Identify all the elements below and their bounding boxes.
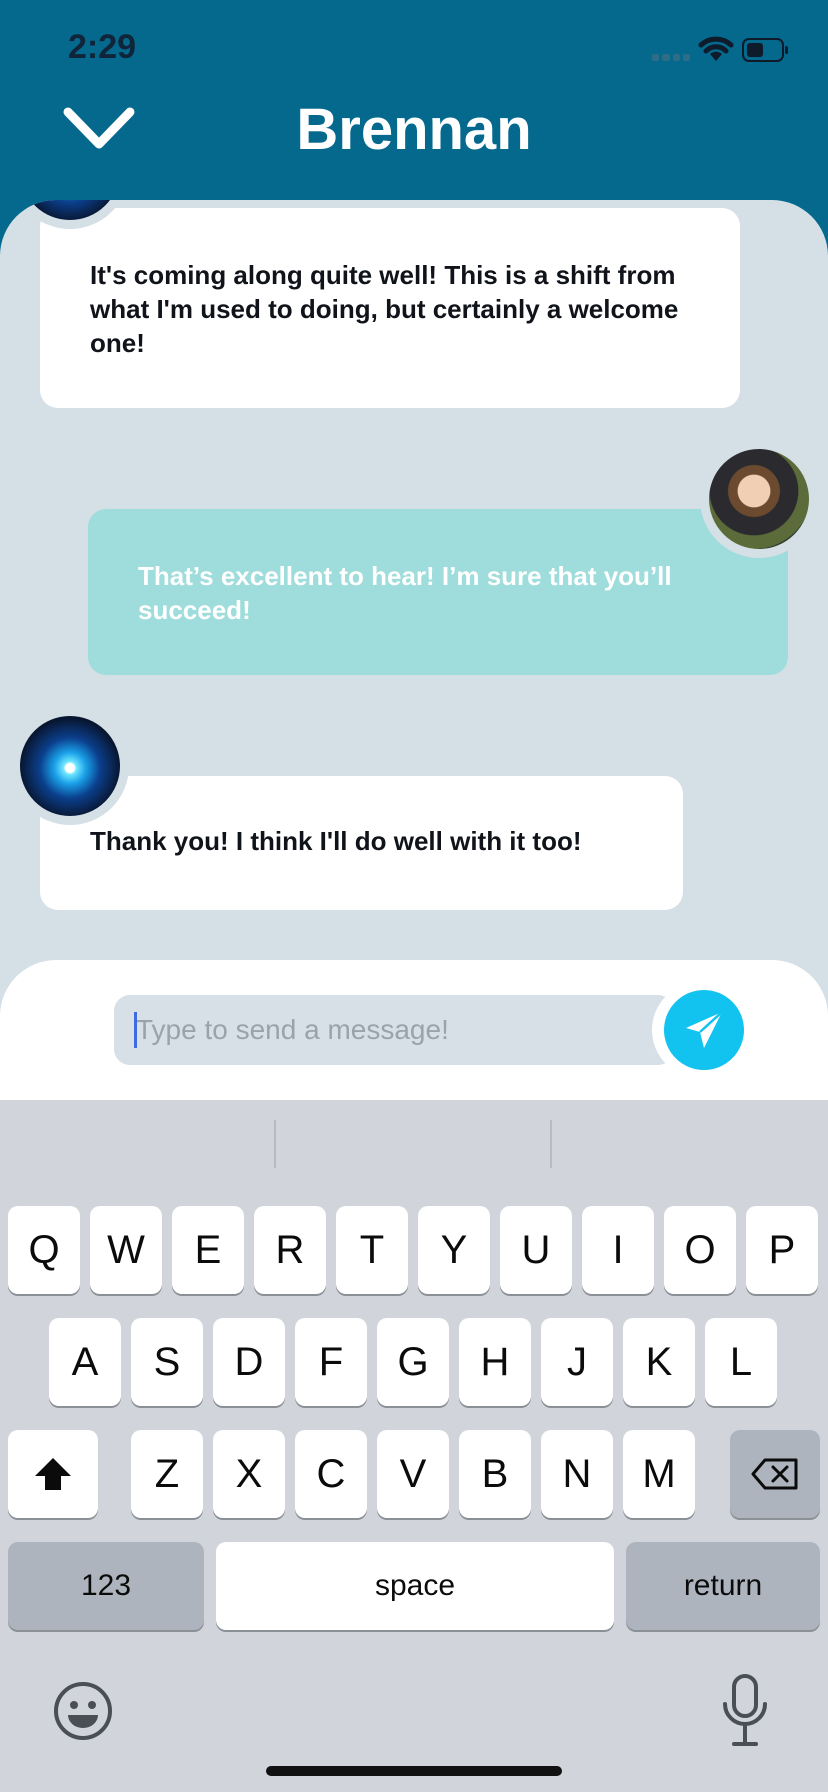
return-key[interactable]: return xyxy=(626,1542,820,1630)
key-i[interactable]: I xyxy=(582,1206,654,1294)
send-icon xyxy=(686,1011,723,1048)
key-f[interactable]: F xyxy=(295,1318,367,1406)
conversation-title: Brennan xyxy=(296,97,532,162)
key-j[interactable]: J xyxy=(541,1318,613,1406)
key-l[interactable]: L xyxy=(705,1318,777,1406)
key-b[interactable]: B xyxy=(459,1430,531,1518)
composer-panel: Type to send a message! xyxy=(0,960,828,1100)
message-input-placeholder: Type to send a message! xyxy=(136,1014,449,1045)
shift-key[interactable] xyxy=(8,1430,98,1518)
keyboard: Q W E R T Y U I O P A S D F G H J K L Z … xyxy=(0,1100,828,1792)
key-o[interactable]: O xyxy=(664,1206,736,1294)
wifi-icon xyxy=(698,36,734,61)
contact-avatar xyxy=(11,707,129,825)
emoji-icon[interactable] xyxy=(52,1680,114,1742)
key-a[interactable]: A xyxy=(49,1318,121,1406)
key-q[interactable]: Q xyxy=(8,1206,80,1294)
key-n[interactable]: N xyxy=(541,1430,613,1518)
key-z[interactable]: Z xyxy=(131,1430,203,1518)
user-avatar xyxy=(700,440,818,558)
space-key[interactable]: space xyxy=(216,1542,614,1630)
key-y[interactable]: Y xyxy=(418,1206,490,1294)
key-g[interactable]: G xyxy=(377,1318,449,1406)
send-button[interactable] xyxy=(664,990,744,1070)
key-p[interactable]: P xyxy=(746,1206,818,1294)
suggestion-divider xyxy=(274,1120,276,1168)
key-k[interactable]: K xyxy=(623,1318,695,1406)
shift-icon xyxy=(35,1458,71,1490)
key-m[interactable]: M xyxy=(623,1430,695,1518)
battery-icon xyxy=(742,38,788,62)
microphone-icon[interactable] xyxy=(720,1672,770,1752)
numbers-key[interactable]: 123 xyxy=(8,1542,204,1630)
key-t[interactable]: T xyxy=(336,1206,408,1294)
message-input[interactable]: Type to send a message! xyxy=(114,995,674,1065)
message-text: Thank you! I think I'll do well with it … xyxy=(90,826,582,856)
suggestion-divider xyxy=(550,1120,552,1168)
message-list[interactable]: It's coming along quite well! This is a … xyxy=(0,200,828,1080)
text-caret xyxy=(134,1012,137,1048)
message-bubble-incoming: Thank you! I think I'll do well with it … xyxy=(40,776,683,910)
key-v[interactable]: V xyxy=(377,1430,449,1518)
key-e[interactable]: E xyxy=(172,1206,244,1294)
message-bubble-outgoing: That’s excellent to hear! I’m sure that … xyxy=(88,509,788,675)
home-indicator[interactable] xyxy=(266,1766,562,1776)
cellular-signal-icon xyxy=(652,54,690,62)
key-c[interactable]: C xyxy=(295,1430,367,1518)
key-h[interactable]: H xyxy=(459,1318,531,1406)
key-u[interactable]: U xyxy=(500,1206,572,1294)
key-d[interactable]: D xyxy=(213,1318,285,1406)
message-text: It's coming along quite well! This is a … xyxy=(90,260,679,358)
backspace-icon xyxy=(751,1458,798,1490)
status-time: 2:29 xyxy=(68,28,137,66)
message-text: That’s excellent to hear! I’m sure that … xyxy=(138,561,672,625)
key-r[interactable]: R xyxy=(254,1206,326,1294)
key-w[interactable]: W xyxy=(90,1206,162,1294)
key-x[interactable]: X xyxy=(213,1430,285,1518)
backspace-key[interactable] xyxy=(730,1430,820,1518)
key-s[interactable]: S xyxy=(131,1318,203,1406)
message-bubble-incoming: It's coming along quite well! This is a … xyxy=(40,208,740,408)
